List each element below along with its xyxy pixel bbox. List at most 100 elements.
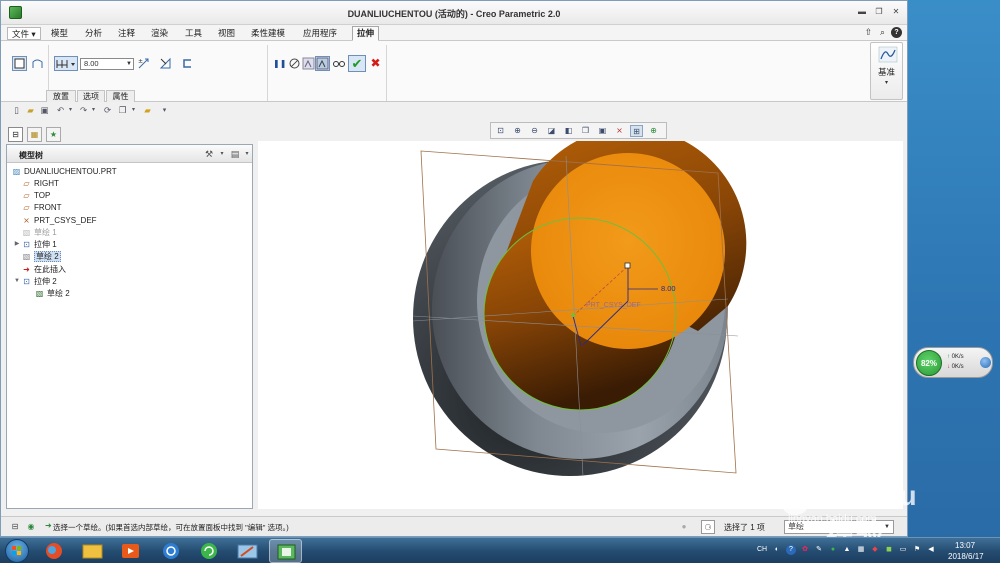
view-manager-icon[interactable]: ▣ [596, 125, 609, 137]
tree-show-icon[interactable]: ▤ [229, 148, 241, 160]
no-preview-button[interactable] [287, 56, 302, 71]
subtab-properties[interactable]: 属性 [106, 90, 135, 102]
restore-button[interactable]: ❐ [873, 6, 885, 17]
windows-icon[interactable]: ❐ [117, 105, 128, 116]
subtab-options[interactable]: 选项 [77, 90, 105, 102]
menu-file[interactable]: 文件 ▾ [7, 27, 41, 40]
verify-mode-icon[interactable] [331, 56, 346, 71]
flip-direction-button[interactable]: ± [136, 56, 151, 71]
menu-tab-flexible-modeling[interactable]: 柔性建模 [247, 27, 289, 40]
minimize-button[interactable]: ▬ [856, 6, 868, 17]
datum-group-button[interactable]: 基准 ▾ [870, 42, 903, 100]
navigator-toggle-icon[interactable]: ⊟ [8, 520, 22, 534]
search-icon[interactable]: ⌕ [877, 27, 888, 38]
taskbar-paint-button[interactable] [231, 539, 264, 563]
clock-date[interactable]: 2018/6/17 [948, 552, 984, 561]
model-tree-tab-icon[interactable]: ⊟ [8, 127, 23, 142]
folder-browser-tab-icon[interactable]: ▦ [27, 127, 42, 142]
menu-tab-render[interactable]: 渲染 [147, 27, 172, 40]
tray-settings-icon[interactable]: ✿ [800, 545, 810, 555]
repaint-icon[interactable]: ◪ [545, 125, 558, 137]
subtab-placement[interactable]: 放置 [46, 90, 76, 102]
tray-display-icon[interactable]: ▭ [898, 545, 908, 555]
surface-extrude-button[interactable] [30, 56, 45, 71]
tray-ime-icon[interactable]: ◐ [772, 545, 782, 555]
tree-item-sketch-1[interactable]: ▧ 草绘 1 [21, 227, 57, 239]
undo-dropdown-icon[interactable]: ▾ [65, 105, 76, 116]
annotation-display-icon[interactable]: ⊞ [630, 125, 643, 137]
saved-views-icon[interactable]: ❒ [579, 125, 592, 137]
tree-item-insert-here[interactable]: ➜ 在此插入 [21, 264, 66, 276]
remove-material-button[interactable] [158, 56, 173, 71]
tray-notification-icon[interactable]: ▲ [842, 545, 852, 555]
depth-dimension-label[interactable]: 8.00 [661, 284, 676, 293]
spin-center-icon[interactable]: ⊕ [647, 125, 660, 137]
collapse-arrow-icon[interactable]: ▼ [13, 276, 21, 286]
menu-tab-tools[interactable]: 工具 [181, 27, 206, 40]
taskbar-explorer-button[interactable] [76, 539, 109, 563]
display-style-icon[interactable]: ◧ [562, 125, 575, 137]
solid-extrude-button[interactable] [12, 56, 27, 71]
accelerate-ball-icon[interactable] [980, 357, 991, 368]
tree-item-top[interactable]: ▱ TOP [21, 190, 50, 202]
taskbar-refresh-button[interactable] [193, 539, 226, 563]
close-window-icon[interactable]: ▰ [142, 105, 153, 116]
taskbar-cloud-button[interactable] [155, 539, 188, 563]
geometry-preview-button[interactable] [315, 56, 330, 71]
preview-button[interactable] [301, 56, 316, 71]
start-button[interactable] [5, 539, 29, 563]
tree-settings-dropdown-icon[interactable]: ▾ [216, 148, 228, 160]
redo-dropdown-icon[interactable]: ▾ [88, 105, 99, 116]
menu-tab-extrude[interactable]: 拉伸 [352, 26, 380, 41]
taskbar-media-button[interactable] [114, 539, 147, 563]
favorites-tab-icon[interactable]: ★ [46, 127, 61, 142]
taskbar-ie-button[interactable] [38, 539, 71, 563]
tree-item-front[interactable]: ▱ FRONT [21, 202, 61, 214]
up-arrow-icon[interactable]: ⇧ [863, 27, 874, 38]
tray-nvidia-icon[interactable]: ◼ [884, 545, 894, 555]
tray-help-icon[interactable]: ? [786, 545, 796, 555]
tree-item-part[interactable]: ▨ DUANLIUCHENTOU.PRT [11, 166, 117, 178]
windows-dropdown-icon[interactable]: ▾ [128, 105, 139, 116]
datum-display-icon[interactable]: ⨯ [613, 125, 626, 137]
thicken-sketch-button[interactable] [180, 56, 195, 71]
find-icon[interactable]: ⚆ [701, 520, 715, 534]
tree-item-right[interactable]: ▱ RIGHT [21, 178, 58, 190]
input-language[interactable]: CH [757, 546, 767, 553]
customize-toolbar-icon[interactable]: ▾ [159, 105, 170, 116]
menu-tab-applications[interactable]: 应用程序 [299, 27, 341, 40]
browser-toggle-icon[interactable]: ◉ [24, 520, 38, 534]
tree-settings-icon[interactable]: ⚒ [203, 148, 215, 160]
model-viewport[interactable]: PRT_CSYS_DEF 8.00 [258, 127, 903, 509]
close-button[interactable]: ✕ [890, 6, 902, 17]
taskbar-creo-button[interactable] [269, 539, 302, 563]
open-folder-icon[interactable]: ▰ [25, 105, 36, 116]
tray-network-icon[interactable]: ▦ [856, 545, 866, 555]
tree-item-extrude-1[interactable]: ⊡ 拉伸 1 [21, 239, 57, 251]
depth-dropdown-icon[interactable]: ▼ [125, 59, 133, 69]
tray-flag-icon[interactable]: ⚑ [912, 545, 922, 555]
ok-check-button[interactable]: ✔ [348, 55, 366, 72]
zoom-out-icon[interactable]: ⊖ [528, 125, 541, 137]
save-icon[interactable]: ▣ [39, 105, 50, 116]
help-icon[interactable]: ? [891, 27, 902, 38]
menu-tab-view[interactable]: 视图 [214, 27, 239, 40]
tree-item-sketch-2-selected[interactable]: ▧ 草绘 2 [21, 251, 61, 263]
graphics-area[interactable]: PRT_CSYS_DEF 8.00 [258, 127, 903, 509]
tray-app-icon[interactable]: ◆ [870, 545, 880, 555]
clock-time[interactable]: 13:07 [955, 541, 975, 550]
tray-volume-icon[interactable]: ◀ [926, 545, 936, 555]
datum-dropdown-icon[interactable]: ▾ [871, 79, 902, 86]
menu-tab-annotate[interactable]: 注释 [114, 27, 139, 40]
expand-arrow-icon[interactable]: ▶ [13, 239, 21, 249]
tree-show-dropdown-icon[interactable]: ▾ [241, 148, 253, 160]
refit-icon[interactable]: ⊡ [494, 125, 507, 137]
new-file-icon[interactable]: ▯ [11, 105, 22, 116]
tree-item-sketch-2-child[interactable]: ▧ 草绘 2 [34, 288, 70, 300]
menu-tab-model[interactable]: 模型 [47, 27, 72, 40]
depth-options-button[interactable] [54, 56, 78, 71]
menu-tab-analysis[interactable]: 分析 [81, 27, 106, 40]
network-monitor-widget[interactable]: 82% ↑ 0K/s ↓ 0K/s [913, 347, 993, 378]
zoom-in-icon[interactable]: ⊕ [511, 125, 524, 137]
tree-item-extrude-2[interactable]: ⊡ 拉伸 2 [21, 276, 57, 288]
